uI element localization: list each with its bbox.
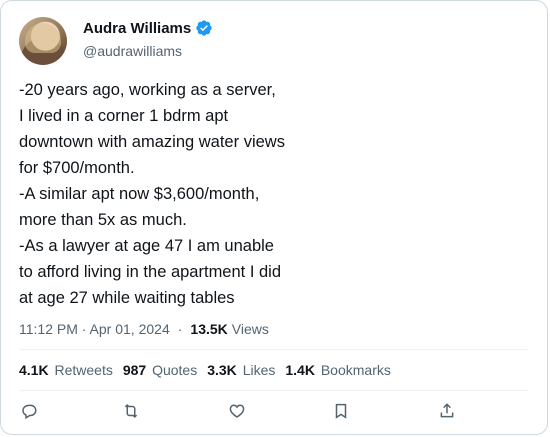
tweet-card: Audra Williams @audrawilliams -20 years …	[0, 0, 548, 435]
share-button[interactable]	[437, 401, 457, 421]
reply-icon	[22, 404, 37, 420]
avatar[interactable]	[19, 17, 67, 65]
share-icon	[440, 403, 454, 418]
views-count: 13.5K	[190, 321, 228, 337]
retweet-icon	[124, 403, 138, 419]
stat-quotes[interactable]: 987 Quotes	[123, 362, 197, 378]
like-button[interactable]	[227, 401, 247, 421]
stat-bookmarks[interactable]: 1.4K Bookmarks	[285, 362, 391, 378]
retweet-button[interactable]	[121, 401, 141, 421]
engagement-stats: 4.1K Retweets 987 Quotes 3.3K Likes 1.4K…	[19, 362, 391, 378]
like-icon	[229, 404, 245, 418]
reply-button[interactable]	[19, 401, 39, 421]
stat-likes[interactable]: 3.3K Likes	[207, 362, 275, 378]
bookmark-button[interactable]	[331, 401, 351, 421]
divider	[19, 390, 529, 391]
tweet-timestamp[interactable]: 11:12 PM · Apr 01, 2024	[19, 321, 170, 337]
author-name[interactable]: Audra Williams	[83, 20, 191, 37]
stat-retweets[interactable]: 4.1K Retweets	[19, 362, 113, 378]
views-label: Views	[231, 321, 269, 337]
tweet-text: -20 years ago, working as a server, I li…	[19, 81, 285, 307]
meta-separator: ·	[177, 321, 183, 337]
bookmark-icon	[335, 403, 347, 419]
author-name-row[interactable]: Audra Williams	[83, 19, 213, 37]
divider	[19, 349, 529, 350]
verified-badge-icon	[196, 20, 212, 36]
tweet-meta: 11:12 PM · Apr 01, 2024 · 13.5K Views	[19, 321, 269, 337]
author-handle[interactable]: @audrawilliams	[83, 43, 182, 59]
